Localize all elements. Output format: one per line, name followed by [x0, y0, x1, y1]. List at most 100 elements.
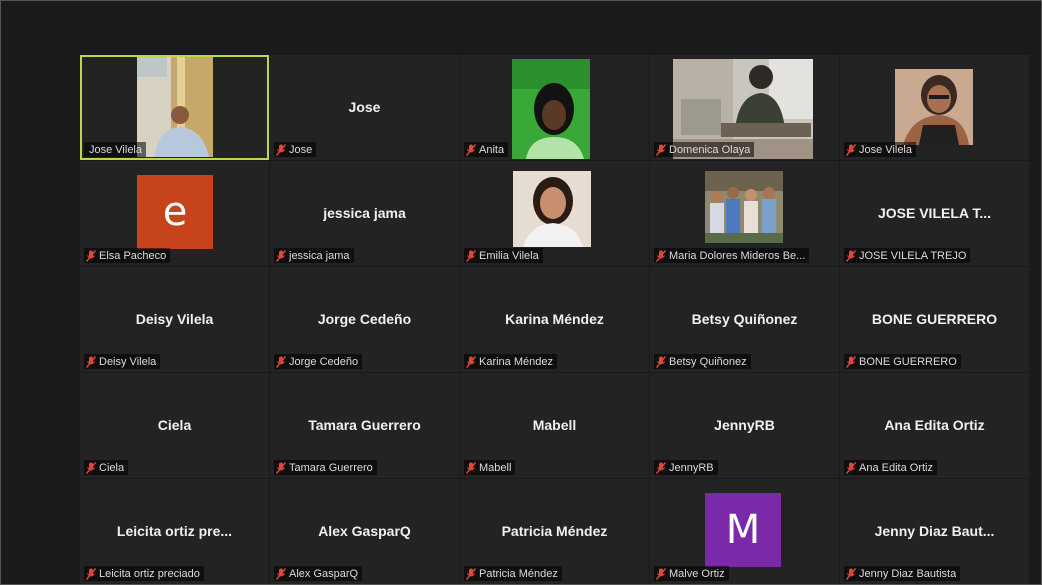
participant-tile[interactable]: Tamara Guerrero Tamara Guerrero — [270, 373, 459, 478]
participant-name-label: Elsa Pacheco — [84, 248, 171, 263]
participant-display-name: Ciela — [157, 417, 192, 433]
participant-name-label: Jose Vilela — [84, 142, 146, 157]
participant-display-name: Tamara Guerrero — [308, 417, 421, 433]
participant-display-name: Ana Edita Ortiz — [884, 417, 985, 433]
participant-tile[interactable]: Deisy Vilela Deisy Vilela — [80, 267, 269, 372]
muted-mic-icon — [656, 143, 666, 156]
participant-name-label: Ciela — [84, 460, 129, 475]
participant-tile[interactable]: JOSE VILELA T... JOSE VILELA TREJO — [840, 161, 1029, 266]
participant-name-label: BONE GUERRERO — [844, 354, 961, 369]
participant-tile[interactable]: Jenny Diaz Baut... Jenny Diaz Bautista — [840, 479, 1029, 584]
participant-name-label: Deisy Vilela — [84, 354, 161, 369]
muted-mic-icon — [656, 249, 666, 262]
participant-display-name: Leicita ortiz pre... — [116, 523, 233, 539]
muted-mic-icon — [86, 567, 96, 580]
participant-display-name: Alex GasparQ — [318, 523, 411, 539]
participant-name-label: Emilia Vilela — [464, 248, 543, 263]
participant-tile[interactable]: Leicita ortiz pre... Leicita ortiz preci… — [80, 479, 269, 584]
muted-mic-icon — [846, 461, 856, 474]
participant-tile[interactable]: Jose Jose — [270, 55, 459, 160]
participant-tile[interactable]: jessica jama jessica jama — [270, 161, 459, 266]
participant-tile[interactable]: Maria Dolores Mideros Be... — [650, 161, 839, 266]
muted-mic-icon — [276, 355, 286, 368]
participant-tile[interactable]: Patricia Méndez Patricia Méndez — [460, 479, 649, 584]
participant-name-label: Malve Ortiz — [654, 566, 729, 581]
participant-display-name: Jenny Diaz Baut... — [874, 523, 995, 539]
participant-tile[interactable]: BONE GUERRERO BONE GUERRERO — [840, 267, 1029, 372]
participant-tile[interactable]: Jose Vilela — [840, 55, 1029, 160]
muted-mic-icon — [466, 143, 476, 156]
participant-tile[interactable]: e Elsa Pacheco — [80, 161, 269, 266]
participant-name-label: Jose — [274, 142, 317, 157]
participant-video — [705, 171, 783, 243]
muted-mic-icon — [466, 249, 476, 262]
muted-mic-icon — [276, 143, 286, 156]
participant-display-name: Betsy Quiñonez — [691, 311, 798, 327]
participant-name-label: Karina Méndez — [464, 354, 557, 369]
muted-mic-icon — [276, 249, 286, 262]
muted-mic-icon — [276, 461, 286, 474]
participant-display-name: Deisy Vilela — [135, 311, 214, 327]
participant-tile[interactable]: Jorge Cedeño Jorge Cedeño — [270, 267, 459, 372]
participant-tile[interactable]: M Malve Ortiz — [650, 479, 839, 584]
participant-gallery: Jose Vilela Jose Jose Anita Domenica Ola… — [80, 55, 1030, 584]
muted-mic-icon — [86, 249, 96, 262]
participant-name-label: Ana Edita Ortiz — [844, 460, 937, 475]
muted-mic-icon — [846, 567, 856, 580]
muted-mic-icon — [86, 355, 96, 368]
participant-display-name: JOSE VILELA T... — [877, 205, 992, 221]
participant-display-name: Karina Méndez — [505, 311, 604, 327]
participant-name-label: Leicita ortiz preciado — [84, 566, 204, 581]
participant-name-label: Anita — [464, 142, 509, 157]
muted-mic-icon — [466, 355, 476, 368]
participant-display-name: Patricia Méndez — [501, 523, 608, 539]
participant-tile[interactable]: Ana Edita Ortiz Ana Edita Ortiz — [840, 373, 1029, 478]
participant-avatar: e — [137, 175, 213, 249]
participant-tile[interactable]: Mabell Mabell — [460, 373, 649, 478]
muted-mic-icon — [276, 567, 286, 580]
participant-display-name: jessica jama — [323, 205, 406, 221]
participant-tile[interactable]: Emilia Vilela — [460, 161, 649, 266]
muted-mic-icon — [656, 461, 666, 474]
participant-video — [513, 171, 591, 247]
participant-name-label: Maria Dolores Mideros Be... — [654, 248, 810, 263]
participant-name-label: Betsy Quiñonez — [654, 354, 751, 369]
muted-mic-icon — [466, 461, 476, 474]
muted-mic-icon — [846, 143, 856, 156]
participant-name-label: Mabell — [464, 460, 516, 475]
participant-name-label: Patricia Méndez — [464, 566, 562, 581]
participant-tile[interactable]: JennyRB JennyRB — [650, 373, 839, 478]
muted-mic-icon — [466, 567, 476, 580]
participant-avatar: M — [705, 493, 781, 567]
participant-video — [895, 69, 973, 145]
muted-mic-icon — [86, 461, 96, 474]
muted-mic-icon — [846, 355, 856, 368]
participant-name-label: Jorge Cedeño — [274, 354, 363, 369]
participant-tile[interactable]: Anita — [460, 55, 649, 160]
participant-display-name: JennyRB — [714, 417, 775, 433]
participant-video — [512, 59, 590, 159]
participant-name-label: Tamara Guerrero — [274, 460, 377, 475]
participant-name-label: Jose Vilela — [844, 142, 916, 157]
participant-name-label: JOSE VILELA TREJO — [844, 248, 971, 263]
participant-video — [137, 57, 213, 157]
meeting-window: Jose Vilela Jose Jose Anita Domenica Ola… — [0, 0, 1042, 585]
participant-tile[interactable]: Domenica Olaya — [650, 55, 839, 160]
participant-tile[interactable]: Alex GasparQ Alex GasparQ — [270, 479, 459, 584]
participant-display-name: Jose — [348, 99, 381, 115]
participant-tile[interactable]: Betsy Quiñonez Betsy Quiñonez — [650, 267, 839, 372]
participant-tile[interactable]: Jose Vilela — [80, 55, 269, 160]
muted-mic-icon — [846, 249, 856, 262]
participant-tile[interactable]: Ciela Ciela — [80, 373, 269, 478]
participant-display-name: Jorge Cedeño — [317, 311, 412, 327]
participant-name-label: JennyRB — [654, 460, 718, 475]
participant-display-name: BONE GUERRERO — [871, 311, 998, 327]
muted-mic-icon — [656, 355, 666, 368]
participant-name-label: Domenica Olaya — [654, 142, 755, 157]
participant-tile[interactable]: Karina Méndez Karina Méndez — [460, 267, 649, 372]
muted-mic-icon — [656, 567, 666, 580]
participant-name-label: Jenny Diaz Bautista — [844, 566, 961, 581]
participant-name-label: Alex GasparQ — [274, 566, 363, 581]
participant-display-name: Mabell — [532, 417, 577, 433]
participant-name-label: jessica jama — [274, 248, 354, 263]
